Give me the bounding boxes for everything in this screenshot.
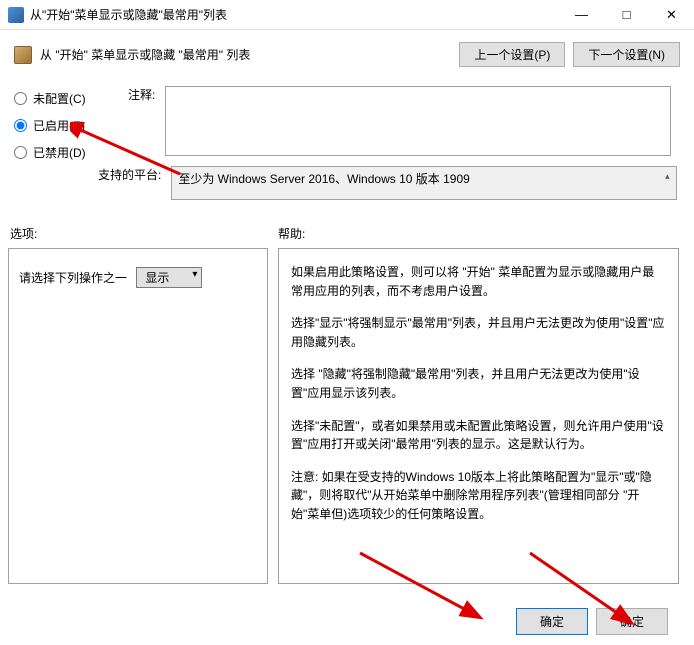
- header-title: 从 "开始" 菜单显示或隐藏 "最常用" 列表: [40, 46, 451, 63]
- radio-not-configured-input[interactable]: [14, 92, 27, 105]
- close-button[interactable]: ✕: [649, 0, 694, 30]
- help-p1: 如果启用此策略设置，则可以将 "开始" 菜单配置为显示或隐藏用户最常用应用的列表…: [291, 263, 666, 300]
- help-p3: 选择 "隐藏"将强制隐藏"最常用"列表，并且用户无法更改为使用"设置"应用显示该…: [291, 365, 666, 402]
- policy-icon: [14, 46, 32, 64]
- scroll-up-icon[interactable]: ▴: [660, 169, 674, 183]
- platform-label: 支持的平台:: [98, 166, 161, 183]
- comment-textarea[interactable]: [165, 86, 671, 156]
- options-dropdown[interactable]: 显示: [136, 267, 202, 288]
- minimize-button[interactable]: —: [559, 0, 604, 30]
- radio-disabled-label: 已禁用(D): [33, 144, 86, 161]
- platform-box: 至少为 Windows Server 2016、Windows 10 版本 19…: [171, 166, 677, 200]
- footer: 确定 确定: [0, 597, 694, 645]
- options-prompt: 请选择下列操作之一: [19, 269, 127, 286]
- maximize-button[interactable]: □: [604, 0, 649, 30]
- help-panel: 如果启用此策略设置，则可以将 "开始" 菜单配置为显示或隐藏用户最常用应用的列表…: [278, 248, 679, 584]
- help-p4: 选择"未配置"，或者如果禁用或未配置此策略设置，则允许用户使用"设置"应用打开或…: [291, 417, 666, 454]
- help-p5: 注意: 如果在受支持的Windows 10版本上将此策略配置为"显示"或"隐藏"…: [291, 468, 666, 524]
- options-panel: 请选择下列操作之一 显示: [8, 248, 268, 584]
- radio-enabled-label: 已启用(E): [33, 117, 85, 134]
- header: 从 "开始" 菜单显示或隐藏 "最常用" 列表 上一个设置(P) 下一个设置(N…: [0, 30, 694, 75]
- radio-enabled-input[interactable]: [14, 119, 27, 132]
- prev-setting-button[interactable]: 上一个设置(P): [459, 42, 565, 67]
- comment-label: 注释:: [128, 86, 155, 103]
- options-caption: 选项:: [10, 225, 37, 242]
- platform-value: 至少为 Windows Server 2016、Windows 10 版本 19…: [178, 172, 469, 186]
- radio-not-configured[interactable]: 未配置(C): [14, 90, 86, 107]
- help-p2: 选择"显示"将强制显示"最常用"列表，并且用户无法更改为使用"设置"应用隐藏列表…: [291, 314, 666, 351]
- window-icon: [8, 7, 24, 23]
- radio-not-configured-label: 未配置(C): [33, 90, 86, 107]
- next-setting-button[interactable]: 下一个设置(N): [573, 42, 680, 67]
- options-dropdown-value: 显示: [145, 271, 169, 285]
- radio-disabled-input[interactable]: [14, 146, 27, 159]
- window-title: 从"开始"菜单显示或隐藏"最常用"列表: [30, 6, 559, 23]
- radio-enabled[interactable]: 已启用(E): [14, 117, 86, 134]
- title-bar: 从"开始"菜单显示或隐藏"最常用"列表 — □ ✕: [0, 0, 694, 30]
- apply-button[interactable]: 确定: [596, 608, 668, 635]
- help-caption: 帮助:: [278, 225, 305, 242]
- ok-button[interactable]: 确定: [516, 608, 588, 635]
- radio-disabled[interactable]: 已禁用(D): [14, 144, 86, 161]
